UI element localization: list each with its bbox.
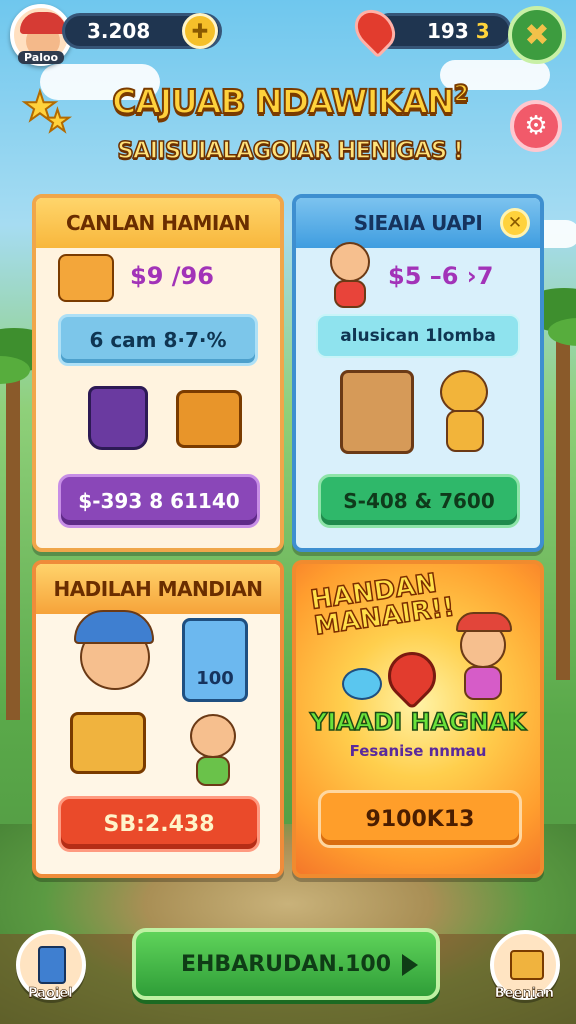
- card-subheading: YIAADI HAGNAK: [309, 707, 527, 737]
- card-caption: Fesanise nnmau: [349, 742, 487, 760]
- buy-button[interactable]: 9100K13: [318, 790, 522, 848]
- heart-badge-icon: [378, 642, 446, 710]
- shop-label: Beenian: [494, 986, 554, 1002]
- girl-character: [182, 710, 248, 790]
- boy-character: [322, 242, 382, 312]
- coin-icon[interactable]: ✚: [182, 13, 218, 49]
- mascot-boy-character: [70, 610, 162, 696]
- heart-icon[interactable]: [346, 1, 404, 59]
- title-text: CAJUAB NDAWIKAN: [111, 81, 455, 122]
- top-bar: Paloo 3.208 ✚ 193 3 ✖: [0, 0, 576, 70]
- gift-box-icon: [176, 390, 242, 448]
- crate-icon: [510, 950, 544, 980]
- card-info-bar: alusican 1lomba: [316, 314, 520, 358]
- tablet-icon: 100: [182, 618, 248, 702]
- bear-character: [426, 370, 506, 460]
- toy-box-icon: [340, 370, 414, 454]
- fish-icon: [342, 668, 382, 700]
- map-icon[interactable]: ✖: [508, 6, 566, 64]
- mug-icon: [88, 386, 148, 450]
- buy-button[interactable]: SB:2.438: [58, 796, 260, 852]
- settings-icon[interactable]: ⚙: [510, 100, 562, 152]
- gem-amount: 193: [427, 19, 469, 43]
- cash-box-icon: [58, 254, 114, 302]
- card-header: HADILAH MANDIAN: [36, 564, 280, 614]
- pirate-kid-character: [448, 612, 522, 704]
- card-price: $5 –6 ›7: [388, 262, 494, 290]
- main-action-label: EHBARUDAN.100: [180, 951, 392, 977]
- wallet-icon: [70, 712, 146, 774]
- offer-card-2: SIEAIA UAPI ✕ $5 –6 ›7 alusican 1lomba S…: [292, 194, 544, 552]
- card-info-bar: 6 cam 8·7·%: [58, 314, 258, 366]
- gem-amount-highlight: 3: [475, 19, 490, 43]
- page-subtitle: SAIISUIALAGOIAR HENIGAS !: [116, 137, 464, 165]
- close-icon[interactable]: ✕: [500, 208, 530, 238]
- avatar-cap: [20, 12, 66, 34]
- arrow-right-icon: [402, 954, 418, 976]
- main-action-button[interactable]: EHBARUDAN.100: [132, 928, 440, 1000]
- card-price: $9 /96: [130, 262, 214, 290]
- inventory-label: Paoiel: [28, 986, 73, 1002]
- buy-button[interactable]: S-408 & 7600: [318, 474, 520, 528]
- star-icon: ★: [43, 103, 72, 140]
- page-title: CAJUAB NDAWIKAN2: [80, 81, 500, 122]
- offer-card-4: HANDAN MANAIR!! YIAADI HAGNAK Fesanise n…: [292, 560, 544, 878]
- player-name: Paloo: [18, 51, 65, 64]
- card-header: HANDAN MANAIR!!: [308, 568, 457, 643]
- card-header: CANLAN HAMIAN: [36, 198, 280, 248]
- offer-card-3: HADILAH MANDIAN 100 SB:2.438: [32, 560, 284, 878]
- tablet-text: 100: [196, 668, 234, 689]
- coin-amount: 3.208: [87, 19, 151, 43]
- offer-card-1: CANLAN HAMIAN $9 /96 6 cam 8·7·% $-393 8…: [32, 194, 284, 552]
- title-superscript: 2: [453, 81, 470, 108]
- tablet-icon: [38, 946, 66, 984]
- buy-button[interactable]: $-393 8 61140: [58, 474, 260, 528]
